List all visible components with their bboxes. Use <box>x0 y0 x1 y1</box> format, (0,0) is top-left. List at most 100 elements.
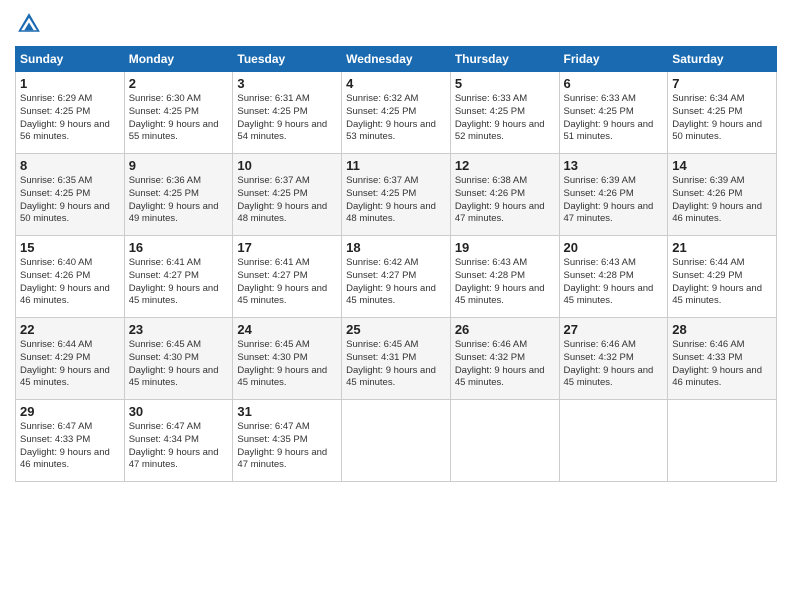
day-info: Sunrise: 6:39 AMSunset: 4:26 PMDaylight:… <box>672 175 772 226</box>
day-info: Sunrise: 6:46 AMSunset: 4:32 PMDaylight:… <box>455 339 555 390</box>
day-info: Sunrise: 6:33 AMSunset: 4:25 PMDaylight:… <box>564 93 664 144</box>
day-info: Sunrise: 6:30 AMSunset: 4:25 PMDaylight:… <box>129 93 229 144</box>
calendar-cell: 15 Sunrise: 6:40 AMSunset: 4:26 PMDayligh… <box>16 236 125 318</box>
col-sunday: Sunday <box>16 47 125 72</box>
day-info: Sunrise: 6:32 AMSunset: 4:25 PMDaylight:… <box>346 93 446 144</box>
logo <box>15 10 47 38</box>
calendar-cell: 6 Sunrise: 6:33 AMSunset: 4:25 PMDaylight… <box>559 72 668 154</box>
day-number: 18 <box>346 240 446 255</box>
day-number: 30 <box>129 404 229 419</box>
col-wednesday: Wednesday <box>342 47 451 72</box>
day-number: 1 <box>20 76 120 91</box>
day-info: Sunrise: 6:47 AMSunset: 4:34 PMDaylight:… <box>129 421 229 472</box>
calendar-cell: 4 Sunrise: 6:32 AMSunset: 4:25 PMDaylight… <box>342 72 451 154</box>
calendar-table: Sunday Monday Tuesday Wednesday Thursday… <box>15 46 777 482</box>
calendar-cell <box>450 400 559 482</box>
calendar-cell: 30 Sunrise: 6:47 AMSunset: 4:34 PMDayligh… <box>124 400 233 482</box>
day-info: Sunrise: 6:38 AMSunset: 4:26 PMDaylight:… <box>455 175 555 226</box>
day-number: 9 <box>129 158 229 173</box>
calendar-cell: 5 Sunrise: 6:33 AMSunset: 4:25 PMDaylight… <box>450 72 559 154</box>
calendar-cell: 7 Sunrise: 6:34 AMSunset: 4:25 PMDaylight… <box>668 72 777 154</box>
day-info: Sunrise: 6:43 AMSunset: 4:28 PMDaylight:… <box>564 257 664 308</box>
day-info: Sunrise: 6:43 AMSunset: 4:28 PMDaylight:… <box>455 257 555 308</box>
calendar-week-4: 22 Sunrise: 6:44 AMSunset: 4:29 PMDayligh… <box>16 318 777 400</box>
day-number: 31 <box>237 404 337 419</box>
day-number: 22 <box>20 322 120 337</box>
calendar-week-5: 29 Sunrise: 6:47 AMSunset: 4:33 PMDayligh… <box>16 400 777 482</box>
day-info: Sunrise: 6:41 AMSunset: 4:27 PMDaylight:… <box>129 257 229 308</box>
calendar-cell: 13 Sunrise: 6:39 AMSunset: 4:26 PMDayligh… <box>559 154 668 236</box>
day-number: 25 <box>346 322 446 337</box>
header <box>15 10 777 38</box>
day-info: Sunrise: 6:47 AMSunset: 4:33 PMDaylight:… <box>20 421 120 472</box>
day-number: 23 <box>129 322 229 337</box>
header-row: Sunday Monday Tuesday Wednesday Thursday… <box>16 47 777 72</box>
calendar-cell: 2 Sunrise: 6:30 AMSunset: 4:25 PMDaylight… <box>124 72 233 154</box>
day-info: Sunrise: 6:31 AMSunset: 4:25 PMDaylight:… <box>237 93 337 144</box>
calendar-cell: 19 Sunrise: 6:43 AMSunset: 4:28 PMDayligh… <box>450 236 559 318</box>
page-container: Sunday Monday Tuesday Wednesday Thursday… <box>0 0 792 612</box>
col-monday: Monday <box>124 47 233 72</box>
day-info: Sunrise: 6:29 AMSunset: 4:25 PMDaylight:… <box>20 93 120 144</box>
calendar-cell: 21 Sunrise: 6:44 AMSunset: 4:29 PMDayligh… <box>668 236 777 318</box>
day-info: Sunrise: 6:44 AMSunset: 4:29 PMDaylight:… <box>20 339 120 390</box>
calendar-cell: 31 Sunrise: 6:47 AMSunset: 4:35 PMDayligh… <box>233 400 342 482</box>
day-info: Sunrise: 6:35 AMSunset: 4:25 PMDaylight:… <box>20 175 120 226</box>
calendar-cell: 8 Sunrise: 6:35 AMSunset: 4:25 PMDaylight… <box>16 154 125 236</box>
calendar-cell: 16 Sunrise: 6:41 AMSunset: 4:27 PMDayligh… <box>124 236 233 318</box>
calendar-cell: 24Sunrise: 6:45 AMSunset: 4:30 PMDayligh… <box>233 318 342 400</box>
day-info: Sunrise: 6:45 AMSunset: 4:30 PMDaylight:… <box>129 339 229 390</box>
calendar-cell <box>668 400 777 482</box>
day-number: 19 <box>455 240 555 255</box>
day-number: 16 <box>129 240 229 255</box>
day-number: 8 <box>20 158 120 173</box>
day-info: Sunrise: 6:41 AMSunset: 4:27 PMDaylight:… <box>237 257 337 308</box>
calendar-cell: 29 Sunrise: 6:47 AMSunset: 4:33 PMDayligh… <box>16 400 125 482</box>
calendar-cell: 1 Sunrise: 6:29 AMSunset: 4:25 PMDaylight… <box>16 72 125 154</box>
calendar-cell: 28Sunrise: 6:46 AMSunset: 4:33 PMDayligh… <box>668 318 777 400</box>
calendar-cell: 22 Sunrise: 6:44 AMSunset: 4:29 PMDayligh… <box>16 318 125 400</box>
calendar-cell: 11Sunrise: 6:37 AMSunset: 4:25 PMDayligh… <box>342 154 451 236</box>
day-info: Sunrise: 6:45 AMSunset: 4:30 PMDaylight:… <box>237 339 337 390</box>
day-info: Sunrise: 6:34 AMSunset: 4:25 PMDaylight:… <box>672 93 772 144</box>
calendar-cell: 26 Sunrise: 6:46 AMSunset: 4:32 PMDayligh… <box>450 318 559 400</box>
day-info: Sunrise: 6:47 AMSunset: 4:35 PMDaylight:… <box>237 421 337 472</box>
day-info: Sunrise: 6:33 AMSunset: 4:25 PMDaylight:… <box>455 93 555 144</box>
day-info: Sunrise: 6:37 AMSunset: 4:25 PMDaylight:… <box>346 175 446 226</box>
calendar-cell: 23 Sunrise: 6:45 AMSunset: 4:30 PMDayligh… <box>124 318 233 400</box>
calendar-cell: 9 Sunrise: 6:36 AMSunset: 4:25 PMDaylight… <box>124 154 233 236</box>
day-number: 13 <box>564 158 664 173</box>
day-number: 5 <box>455 76 555 91</box>
calendar-cell: 25Sunrise: 6:45 AMSunset: 4:31 PMDayligh… <box>342 318 451 400</box>
day-number: 28 <box>672 322 772 337</box>
calendar-week-3: 15 Sunrise: 6:40 AMSunset: 4:26 PMDayligh… <box>16 236 777 318</box>
day-number: 27 <box>564 322 664 337</box>
day-info: Sunrise: 6:42 AMSunset: 4:27 PMDaylight:… <box>346 257 446 308</box>
day-info: Sunrise: 6:40 AMSunset: 4:26 PMDaylight:… <box>20 257 120 308</box>
calendar-cell: 17Sunrise: 6:41 AMSunset: 4:27 PMDayligh… <box>233 236 342 318</box>
day-number: 7 <box>672 76 772 91</box>
logo-icon <box>15 10 43 38</box>
day-number: 6 <box>564 76 664 91</box>
calendar-week-1: 1 Sunrise: 6:29 AMSunset: 4:25 PMDaylight… <box>16 72 777 154</box>
day-number: 2 <box>129 76 229 91</box>
day-info: Sunrise: 6:46 AMSunset: 4:32 PMDaylight:… <box>564 339 664 390</box>
day-number: 15 <box>20 240 120 255</box>
calendar-week-2: 8 Sunrise: 6:35 AMSunset: 4:25 PMDaylight… <box>16 154 777 236</box>
day-number: 26 <box>455 322 555 337</box>
col-thursday: Thursday <box>450 47 559 72</box>
col-friday: Friday <box>559 47 668 72</box>
day-number: 29 <box>20 404 120 419</box>
calendar-cell: 10Sunrise: 6:37 AMSunset: 4:25 PMDayligh… <box>233 154 342 236</box>
day-info: Sunrise: 6:36 AMSunset: 4:25 PMDaylight:… <box>129 175 229 226</box>
calendar-cell <box>342 400 451 482</box>
day-info: Sunrise: 6:39 AMSunset: 4:26 PMDaylight:… <box>564 175 664 226</box>
calendar-cell: 27 Sunrise: 6:46 AMSunset: 4:32 PMDayligh… <box>559 318 668 400</box>
day-number: 20 <box>564 240 664 255</box>
day-info: Sunrise: 6:44 AMSunset: 4:29 PMDaylight:… <box>672 257 772 308</box>
day-number: 21 <box>672 240 772 255</box>
day-number: 4 <box>346 76 446 91</box>
col-tuesday: Tuesday <box>233 47 342 72</box>
day-number: 14 <box>672 158 772 173</box>
calendar-cell: 12Sunrise: 6:38 AMSunset: 4:26 PMDayligh… <box>450 154 559 236</box>
